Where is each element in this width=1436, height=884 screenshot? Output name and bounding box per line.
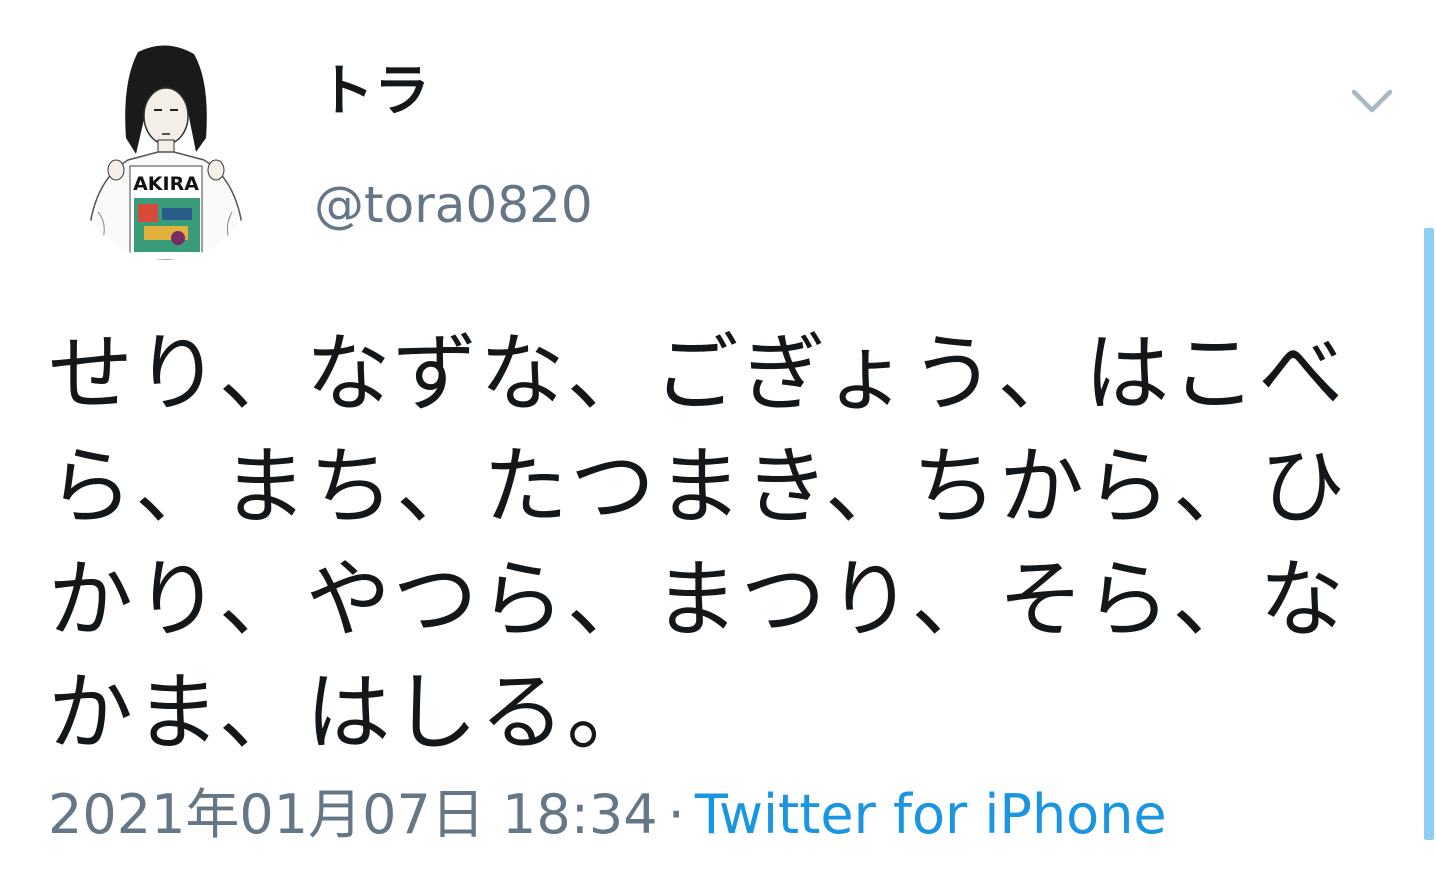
tweet-meta: 2021年01月07日 18:34 · Twitter for iPhone [48,788,1167,842]
avatar-illustration: AKIRA [87,45,245,260]
tweet-source-link[interactable]: Twitter for iPhone [695,783,1167,846]
tweet-timestamp[interactable]: 2021年01月07日 18:34 [48,783,658,846]
tweet-text: せり、なずな、ごぎょう、はこべら、まち、たつまき、ちから、ひかり、やつら、まつり… [48,325,1348,763]
avatar-shirt-text: AKIRA [133,173,199,195]
display-name[interactable]: トラ [318,64,430,120]
tweet-card: AKIRA トラ @tora0820 せり、なずな、ごぎょう、はこべら、まち、た… [0,0,1436,884]
scrollbar[interactable] [1424,228,1434,840]
user-handle[interactable]: @tora0820 [314,180,593,230]
meta-separator: · [667,783,685,846]
avatar[interactable]: AKIRA [68,42,264,260]
chevron-down-icon [1351,89,1393,113]
tweet-menu-button[interactable] [1350,86,1394,116]
